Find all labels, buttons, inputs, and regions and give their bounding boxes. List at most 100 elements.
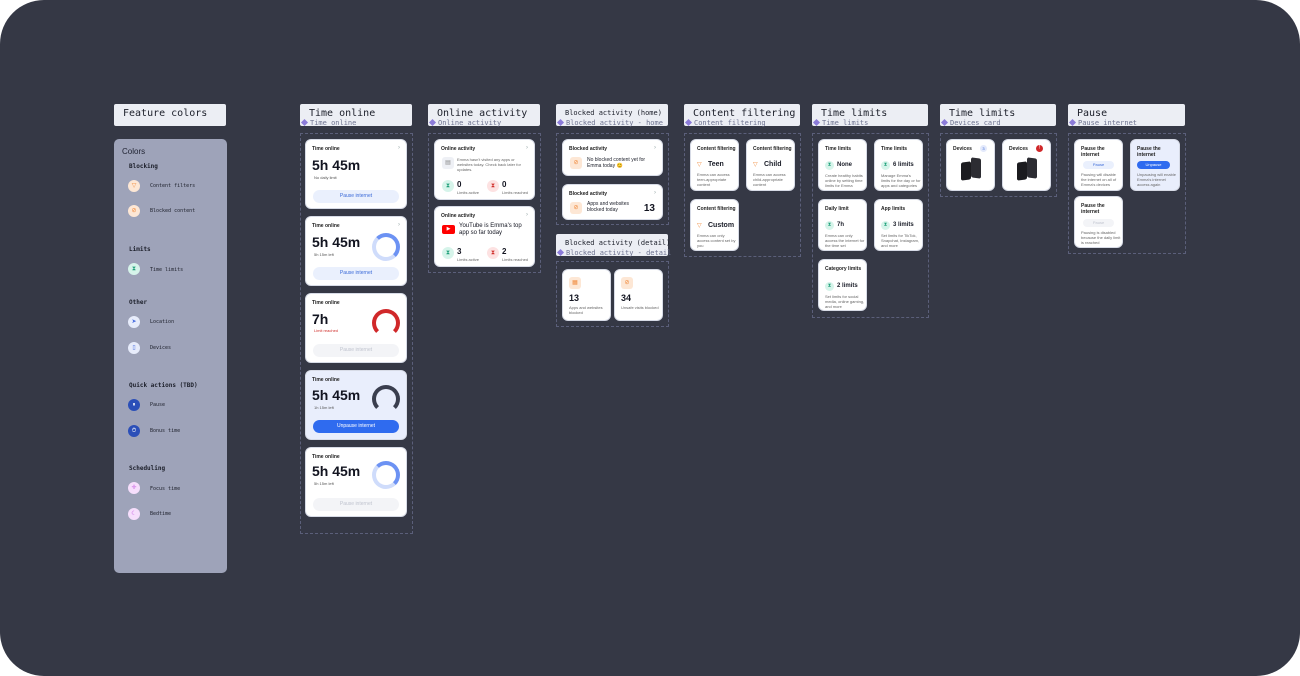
card-title: Time online (312, 454, 340, 460)
hourglass-icon: ⧗ (825, 221, 834, 230)
category-limits-card[interactable]: Category limits ⧗ 2 limits Set limits fo… (818, 259, 867, 311)
filter-icon: ▽ (697, 223, 702, 229)
pause-internet-button-disabled: Pause internet (313, 498, 399, 511)
unpause-description: Unpausing will enable Emma's internet ac… (1137, 172, 1176, 187)
card-title: Time online (312, 146, 340, 152)
location-icon: ➤ (128, 316, 140, 328)
tablet-icon (1027, 157, 1037, 179)
limit-value: None (837, 162, 852, 168)
limits-active-count: 0 (457, 180, 462, 189)
blocked-text: Apps and websites blocked today (587, 201, 629, 213)
unpause-button[interactable]: Unpause (1137, 161, 1170, 169)
apps-blocked-label: Apps and websites blocked (569, 305, 603, 315)
time-value: 5h 45m (312, 463, 361, 479)
pause-icon: ⏸ (128, 399, 140, 411)
limit-status: 5h 15m left (314, 252, 334, 257)
blocked-content-icon: ⊘ (128, 205, 140, 217)
card-title: Content filtering (697, 206, 736, 212)
hourglass-icon: ⧗ (825, 161, 834, 170)
unsafe-visit-icon: ⊘ (621, 277, 633, 289)
bedtime-icon: ☾ (128, 508, 140, 520)
label-pause: Pause (150, 402, 166, 408)
pause-disabled-card[interactable]: Pause the internet Pause Pausing is disa… (1074, 196, 1123, 248)
blocked-detail-card-visits[interactable]: ⊘ 34 Unsafe visits blocked (614, 269, 663, 321)
devices-icon: ▯ (128, 342, 140, 354)
frame-label-time-online: Time online (300, 118, 356, 127)
online-activity-card-empty[interactable]: Online activity › ▤ Emma hasn't visited … (434, 139, 535, 200)
pause-button[interactable]: Pause (1083, 161, 1114, 169)
chevron-right-icon: › (526, 145, 528, 151)
card-title: Devices (953, 146, 972, 152)
limits-active-label: Limits active (457, 257, 480, 262)
devices-card-alert[interactable]: Devices ! (1002, 139, 1051, 191)
frame-label-content-filtering: Content filtering (684, 118, 766, 127)
limits-reached-count: 2 (502, 247, 507, 256)
section-other: Other (129, 299, 148, 306)
daily-limit-card[interactable]: Daily limit ⧗ 7h Emma can only access th… (818, 199, 867, 251)
colors-title: Colors (122, 147, 146, 156)
unpause-internet-button[interactable]: Unpause internet (313, 420, 399, 433)
content-filtering-card-child[interactable]: Content filtering ▽ Child Emma can acces… (746, 139, 795, 191)
blocked-activity-card[interactable]: Blocked activity › ⊘ Apps and websites b… (562, 184, 663, 220)
time-value: 5h 45m (312, 157, 361, 173)
blocked-activity-card-empty[interactable]: Blocked activity › ⊘ No blocked content … (562, 139, 663, 176)
limit-value: 7h (837, 222, 845, 228)
hourglass-icon: ⧗ (128, 263, 140, 275)
section-limits: Limits (129, 246, 151, 253)
unpause-internet-card[interactable]: Pause the internet Unpause Unpausing wil… (1130, 139, 1180, 191)
limit-description: Set limits for social media, online gami… (825, 294, 865, 309)
blocked-detail-card-apps[interactable]: ▦ 13 Apps and websites blocked (562, 269, 611, 321)
time-online-card[interactable]: Time online › 5h 45m 5h 15m left Pause i… (305, 216, 407, 286)
pause-internet-button-disabled: Pause internet (313, 344, 399, 357)
limit-reached-status: Limit reached (314, 328, 339, 333)
chevron-right-icon: › (398, 222, 400, 228)
card-title: Pause the internet (1137, 146, 1161, 158)
time-online-card-paused[interactable]: Time online 5h 45m 1h 15m left Unpause i… (305, 370, 407, 440)
visits-blocked-label: Unsafe visits blocked (621, 305, 659, 310)
card-title: Time online (312, 223, 340, 229)
devices-card[interactable]: Devices 3 (946, 139, 995, 191)
content-filtering-card-teen[interactable]: Content filtering ▽ Teen Emma can access… (690, 139, 739, 191)
time-online-card[interactable]: Time online 5h 45m 5h 15m left Pause int… (305, 447, 407, 517)
hourglass-icon: ⧗ (442, 180, 454, 192)
pause-internet-button[interactable]: Pause internet (313, 190, 399, 203)
blocked-count: 13 (643, 203, 655, 214)
card-title: Online activity (441, 146, 476, 152)
focus-time-icon: ✛ (128, 482, 140, 494)
filter-level: Child (764, 161, 782, 168)
pause-internet-button[interactable]: Pause internet (313, 267, 399, 280)
time-limits-card-none[interactable]: Time limits ⧗ None Create healthy habits… (818, 139, 867, 191)
filter-icon: ▽ (697, 162, 702, 168)
frame-label-blocked-home: Blocked activity - home (556, 118, 663, 127)
card-title: Pause the internet (1081, 146, 1105, 158)
filter-level: Custom (708, 222, 735, 229)
bonus-time-icon: ⏱ (128, 425, 140, 437)
limits-reached-count: 0 (502, 180, 507, 189)
limits-reached-label: Limits reached (502, 257, 529, 262)
time-value: 5h 45m (312, 234, 361, 250)
label-bedtime: Bedtime (150, 511, 172, 517)
limit-description: Create healthy habits online by setting … (825, 173, 863, 188)
blocked-empty-text: No blocked content yet for Emma today 😊 (587, 157, 646, 169)
frame-label-blocked-detail: Blocked activity - detail (556, 248, 671, 257)
time-online-card[interactable]: Time online › 5h 45m No daily limit Paus… (305, 139, 407, 209)
pause-description: Pausing will disable the internet on all… (1081, 172, 1117, 187)
hourglass-icon: ⧗ (825, 282, 834, 291)
app-limits-card[interactable]: App limits ⧗ 3 limits Set limits for Tik… (874, 199, 923, 251)
progress-ring (372, 385, 400, 413)
blocked-content-icon: ⊘ (570, 202, 582, 214)
pause-internet-card[interactable]: Pause the internet Pause Pausing will di… (1074, 139, 1123, 191)
time-limits-card-six[interactable]: Time limits ⧗ 6 limits Manage Emma's lim… (874, 139, 923, 191)
progress-ring (372, 233, 400, 261)
time-online-card[interactable]: Time online 7h Limit reached Pause inter… (305, 293, 407, 363)
visits-blocked-count: 34 (621, 293, 632, 303)
content-filtering-card-custom[interactable]: Content filtering ▽ Custom Emma can only… (690, 199, 739, 251)
label-focus-time: Focus time (150, 486, 181, 492)
apps-icon: ▦ (569, 277, 581, 289)
limit-value: 3 limits (893, 222, 914, 228)
card-title: Time online (312, 300, 340, 306)
limit-status: 5h 15m left (314, 481, 334, 486)
card-title: Devices (1009, 146, 1028, 152)
chart-icon: ▤ (442, 157, 454, 169)
online-activity-card[interactable]: Online activity › ▶ YouTube is Emma's to… (434, 206, 535, 267)
